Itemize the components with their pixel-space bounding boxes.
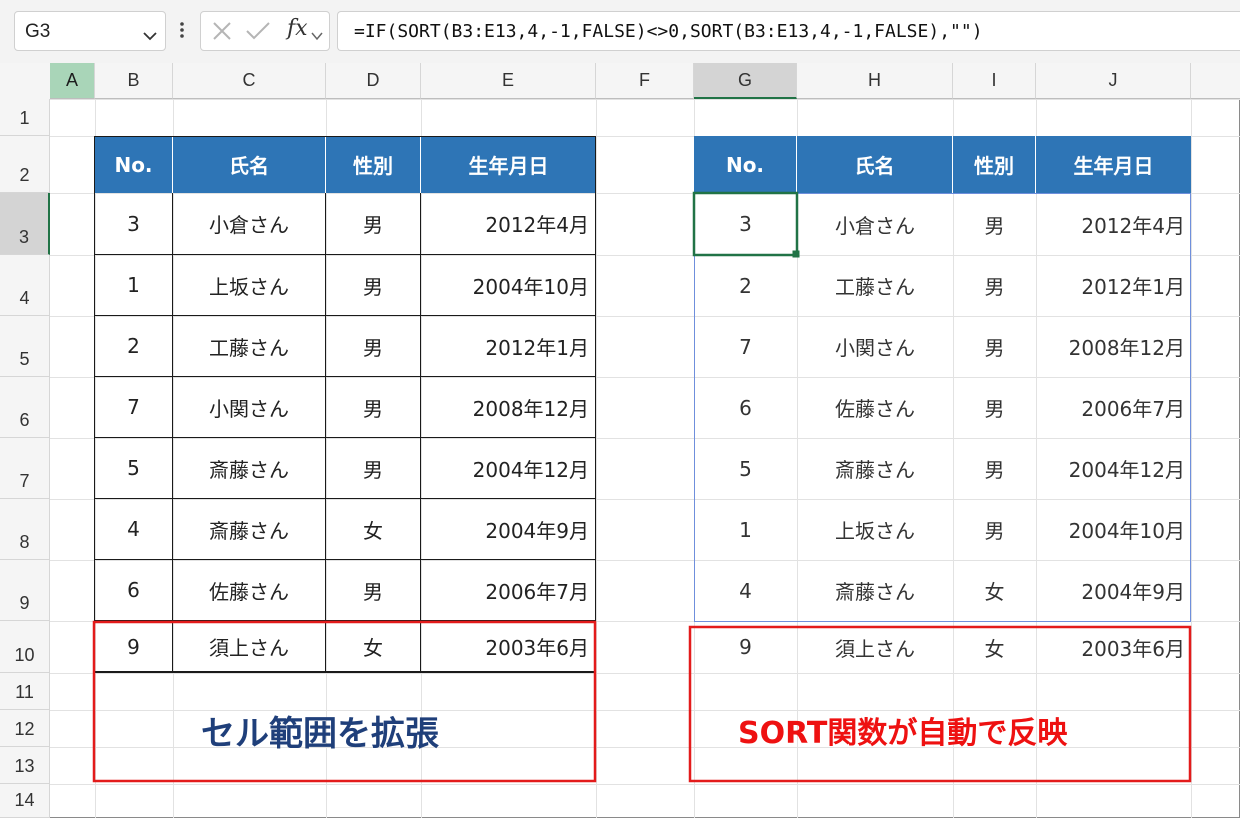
highlight-box-left [92,620,597,783]
active-cell-g3 [692,191,799,257]
highlight-box-right [688,625,1192,783]
left-table-border [94,136,596,672]
annotation-sort-auto: SORT関数が自動で反映 [738,716,1068,751]
spill-range-border [694,193,1191,622]
fill-handle [792,250,800,258]
decorations [92,136,1192,783]
annotation-extend-range: セル範囲を拡張 [201,714,439,754]
